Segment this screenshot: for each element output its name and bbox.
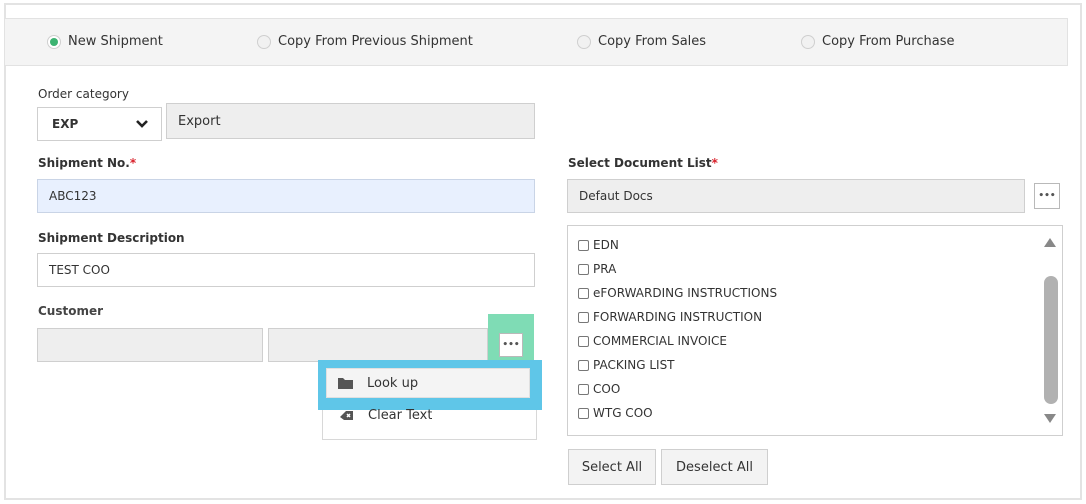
menu-item-label: Look up <box>367 375 419 391</box>
required-mark: * <box>129 156 137 170</box>
list-item[interactable]: EDN <box>578 238 619 252</box>
radio-empty-icon <box>577 34 591 49</box>
list-item-label: WTG COO <box>593 406 653 420</box>
radio-empty-icon <box>801 34 815 49</box>
order-category-value: EXP <box>52 117 79 131</box>
shipment-no-input[interactable]: ABC123 <box>37 179 535 213</box>
radio-label: Copy From Sales <box>598 34 707 49</box>
menu-item-look-up[interactable]: Look up <box>326 368 530 398</box>
document-list-label: Select Document List* <box>568 156 718 170</box>
radio-new-shipment[interactable]: New Shipment <box>47 34 163 49</box>
shipment-no-label-text: Shipment No. <box>38 156 130 170</box>
menu-item-clear-text[interactable]: Clear Text <box>338 404 432 426</box>
menu-item-label: Clear Text <box>368 407 433 423</box>
list-item[interactable]: COO <box>578 382 620 396</box>
radio-label: Copy From Purchase <box>822 34 955 49</box>
checkbox[interactable] <box>578 359 589 371</box>
customer-code-field[interactable] <box>37 328 263 362</box>
list-item-label: PACKING LIST <box>593 358 675 372</box>
document-list-label-text: Select Document List <box>568 156 712 170</box>
list-item-label: eFORWARDING INSTRUCTIONS <box>593 286 778 300</box>
list-item-label: PRA <box>593 262 617 276</box>
checkbox[interactable] <box>578 311 589 323</box>
document-checklist: EDN PRA eFORWARDING INSTRUCTIONS FORWARD… <box>567 225 1063 436</box>
radio-selected-icon <box>47 34 61 49</box>
customer-name-field[interactable] <box>268 328 488 362</box>
chevron-down-icon <box>136 120 148 128</box>
radio-label: Copy From Previous Shipment <box>278 34 473 49</box>
order-category-description: Export <box>166 103 535 139</box>
list-item-label: FORWARDING INSTRUCTION <box>593 310 763 324</box>
list-item[interactable]: WTG COO <box>578 406 653 420</box>
radio-copy-from-sales[interactable]: Copy From Sales <box>577 34 706 49</box>
customer-more-button[interactable]: ••• <box>499 333 523 357</box>
shipment-no-label: Shipment No.* <box>38 156 136 170</box>
checkbox[interactable] <box>578 335 589 347</box>
document-list-more-button[interactable]: ••• <box>1034 183 1060 209</box>
radio-label: New Shipment <box>68 34 163 49</box>
radio-copy-from-purchase[interactable]: Copy From Purchase <box>801 34 954 49</box>
list-item[interactable]: COMMERCIAL INVOICE <box>578 334 727 348</box>
scroll-down-arrow-icon[interactable] <box>1044 414 1056 423</box>
scroll-up-arrow-icon[interactable] <box>1044 238 1056 247</box>
checkbox[interactable] <box>578 407 589 419</box>
select-all-button[interactable]: Select All <box>568 449 656 485</box>
list-item-label: COMMERCIAL INVOICE <box>593 334 727 348</box>
shipment-source-bar: New Shipment Copy From Previous Shipment… <box>4 18 1068 66</box>
checkbox[interactable] <box>578 239 589 251</box>
list-item[interactable]: PRA <box>578 262 616 276</box>
list-item[interactable]: FORWARDING INSTRUCTION <box>578 310 762 324</box>
folder-icon <box>338 378 353 389</box>
shipment-description-label: Shipment Description <box>38 231 185 245</box>
list-item-label: EDN <box>593 238 619 252</box>
shipment-description-input[interactable]: TEST COO <box>37 253 535 287</box>
deselect-all-button[interactable]: Deselect All <box>661 449 768 485</box>
checkbox[interactable] <box>578 383 589 395</box>
checkbox[interactable] <box>578 263 589 275</box>
order-category-select[interactable]: EXP <box>37 107 162 141</box>
list-item-label: COO <box>593 382 621 396</box>
document-list-field[interactable]: Defaut Docs <box>567 179 1025 213</box>
required-mark: * <box>711 156 718 170</box>
customer-label: Customer <box>38 304 104 318</box>
eraser-icon <box>340 411 353 420</box>
order-category-label: Order category <box>38 87 129 101</box>
list-item[interactable]: PACKING LIST <box>578 358 675 372</box>
checkbox[interactable] <box>578 287 589 299</box>
radio-empty-icon <box>257 34 271 49</box>
radio-copy-previous-shipment[interactable]: Copy From Previous Shipment <box>257 34 473 49</box>
scrollbar-thumb[interactable] <box>1044 276 1058 404</box>
list-item[interactable]: eFORWARDING INSTRUCTIONS <box>578 286 777 300</box>
